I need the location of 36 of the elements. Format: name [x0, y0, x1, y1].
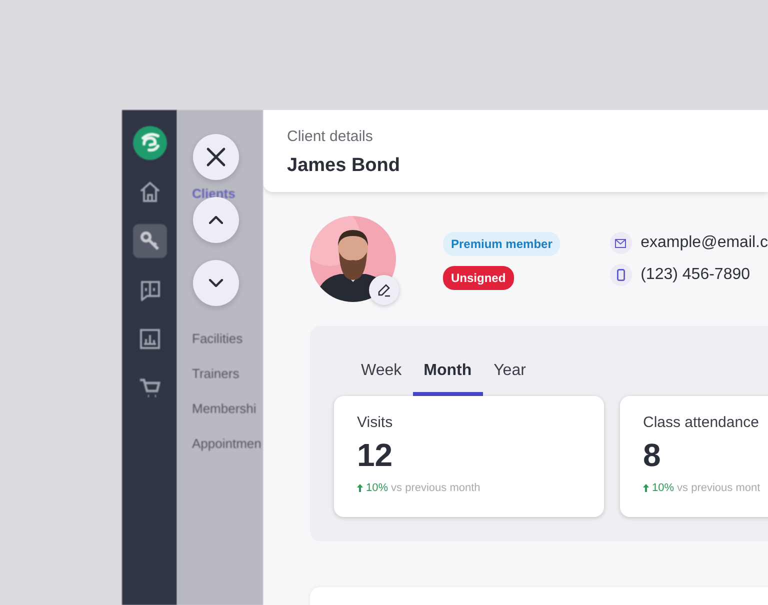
email-address: example@email.c	[640, 234, 768, 252]
sidebar-item[interactable]: Trainers	[192, 366, 263, 381]
stat-label: Class attendance	[643, 414, 760, 431]
chevron-down-icon	[209, 279, 223, 287]
period-tab[interactable]: Year	[482, 362, 537, 396]
sidebar-item[interactable]: Appointmen	[192, 436, 263, 451]
close-icon	[206, 147, 226, 167]
logo-icon	[132, 126, 166, 160]
mail-icon	[610, 232, 632, 254]
status-badge: Unsigned	[443, 266, 514, 290]
stat-label: Visits	[357, 414, 394, 431]
period-tab[interactable]: Week	[350, 362, 413, 396]
sidebar-item[interactable]: Clients	[192, 186, 263, 201]
comparison-text: vs previous mont	[677, 482, 760, 494]
home-icon[interactable]	[138, 181, 160, 203]
key-icon[interactable]	[138, 230, 160, 252]
sidebar-item[interactable]: Membershi	[192, 401, 263, 416]
chart-icon[interactable]	[138, 328, 160, 350]
up-arrow-icon	[357, 484, 363, 492]
change-percent: 10%	[652, 482, 674, 494]
sidebar-item[interactable]: Facilities	[192, 331, 263, 346]
chevron-up-icon	[209, 216, 223, 224]
pencil-icon	[377, 283, 391, 297]
change-percent: 10%	[366, 482, 388, 494]
client-name: James Bond	[287, 155, 401, 177]
cart-icon[interactable]	[138, 377, 160, 399]
stat-value: 8	[643, 437, 662, 474]
status-badge: Premium member	[443, 232, 560, 256]
up-arrow-icon	[643, 484, 649, 492]
phone-number: (123) 456-7890	[640, 266, 750, 284]
book-icon[interactable]	[138, 279, 160, 301]
edit-button[interactable]	[369, 275, 399, 305]
comparison-text: vs previous month	[391, 482, 480, 494]
page-title: Client details	[287, 128, 374, 145]
phone-icon	[610, 264, 632, 286]
stat-value: 12	[357, 437, 394, 474]
